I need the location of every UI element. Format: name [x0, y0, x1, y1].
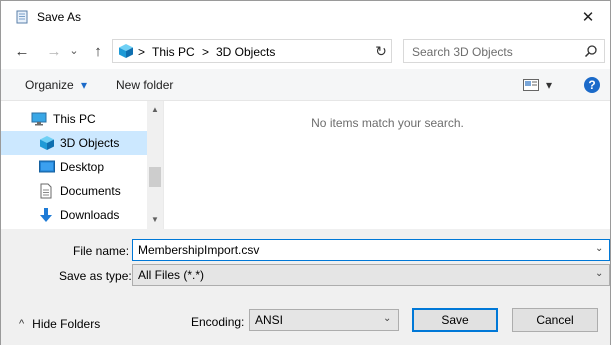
hide-folders-label: Hide Folders [32, 317, 101, 331]
sidebar-item-label: Documents [60, 184, 121, 198]
scroll-up-icon[interactable]: ▲ [147, 101, 163, 117]
chevron-down-icon[interactable]: ⌄ [595, 268, 603, 279]
sidebar-item-desktop[interactable]: Desktop [1, 155, 147, 179]
up-button[interactable]: ↑ [87, 40, 109, 62]
title-bar[interactable]: Save As ✕ [1, 1, 610, 33]
file-name-label: File name: [73, 244, 130, 258]
downloads-icon [39, 207, 55, 223]
up-arrow-icon: ↑ [94, 42, 102, 60]
desktop-icon [39, 159, 55, 175]
help-icon[interactable]: ? [584, 77, 600, 93]
chevron-down-icon[interactable]: ⌄ [595, 243, 603, 254]
encoding-label: Encoding: [191, 315, 245, 329]
organize-label: Organize [25, 78, 74, 92]
empty-message: No items match your search. [311, 116, 464, 130]
save-as-dialog: Save As ✕ ← → ⌄ ↑ > This PC > 3D Objects… [0, 0, 611, 345]
chevron-up-icon: ^ [19, 318, 25, 330]
caret-down-icon: ▾ [81, 78, 88, 92]
save-as-type-value: All Files (*.*) [138, 268, 205, 282]
chevron-down-icon[interactable]: ⌄ [383, 313, 391, 324]
forward-button[interactable]: → [43, 40, 65, 62]
chevron-down-icon: ⌄ [69, 44, 79, 57]
3d-objects-icon [118, 43, 134, 62]
breadcrumb-3d-objects[interactable]: 3D Objects [216, 45, 275, 59]
organize-button[interactable]: Organize ▾ [25, 78, 87, 92]
sidebar-item-label: Downloads [60, 208, 120, 222]
back-arrow-icon: ← [14, 42, 30, 60]
close-icon: ✕ [581, 9, 595, 26]
documents-icon [39, 183, 55, 199]
file-list-area[interactable]: No items match your search. [163, 101, 610, 229]
new-folder-button[interactable]: New folder [116, 78, 173, 92]
sidebar-item-this-pc[interactable]: This PC [1, 107, 147, 131]
sidebar-item-3d-objects[interactable]: 3D Objects [1, 131, 147, 155]
encoding-select[interactable]: ANSI ⌄ [249, 309, 399, 331]
window-title: Save As [37, 10, 82, 24]
notepad-icon [15, 10, 29, 24]
save-form-panel: File name: MembershipImport.csv ⌄ Save a… [1, 229, 610, 345]
breadcrumb-separator: > [202, 45, 210, 59]
save-button[interactable]: Save [412, 308, 498, 332]
sidebar-item-label: This PC [53, 112, 96, 126]
save-as-type-label: Save as type: [59, 269, 132, 283]
back-button[interactable]: ← [11, 40, 33, 62]
this-pc-icon [31, 111, 47, 127]
cancel-button[interactable]: Cancel [512, 308, 598, 332]
search-icon[interactable] [584, 44, 598, 61]
close-button[interactable]: ✕ [566, 1, 610, 33]
forward-arrow-icon: → [46, 42, 62, 60]
search-input[interactable]: Search 3D Objects [412, 45, 513, 59]
navigation-scrollbar[interactable]: ▲ ▼ [147, 101, 163, 229]
file-name-input[interactable]: MembershipImport.csv [138, 243, 259, 257]
refresh-icon: ↻ [375, 42, 387, 59]
sidebar-item-downloads[interactable]: Downloads [1, 203, 147, 227]
sidebar-item-label: Desktop [60, 160, 105, 174]
sidebar-item-documents[interactable]: Documents [1, 179, 147, 203]
navigation-pane: This PC 3D Objects Desktop Documents Dow… [1, 101, 163, 229]
3d-objects-icon [39, 135, 55, 151]
view-dropdown-arrow[interactable]: ▾ [546, 78, 552, 92]
scroll-down-icon[interactable]: ▼ [147, 211, 163, 227]
command-toolbar: Organize ▾ New folder ▾ ? [1, 69, 610, 101]
recent-locations-button[interactable]: ⌄ [67, 39, 81, 61]
address-bar[interactable]: > This PC > 3D Objects ⌄ [112, 39, 482, 63]
view-options-button[interactable] [523, 79, 539, 94]
file-name-field[interactable]: MembershipImport.csv ⌄ [132, 239, 610, 261]
hide-folders-button[interactable]: ^ Hide Folders [19, 317, 100, 331]
save-as-type-select[interactable]: All Files (*.*) ⌄ [132, 264, 610, 286]
refresh-button[interactable]: ↻ [370, 40, 392, 62]
breadcrumb-this-pc[interactable]: This PC [152, 45, 195, 59]
encoding-value: ANSI [255, 313, 284, 327]
sidebar-item-label: 3D Objects [60, 136, 120, 150]
search-box[interactable]: Search 3D Objects [403, 39, 605, 63]
breadcrumb-separator: > [138, 45, 146, 59]
view-icon [523, 79, 539, 91]
scrollbar-thumb[interactable] [149, 167, 161, 187]
